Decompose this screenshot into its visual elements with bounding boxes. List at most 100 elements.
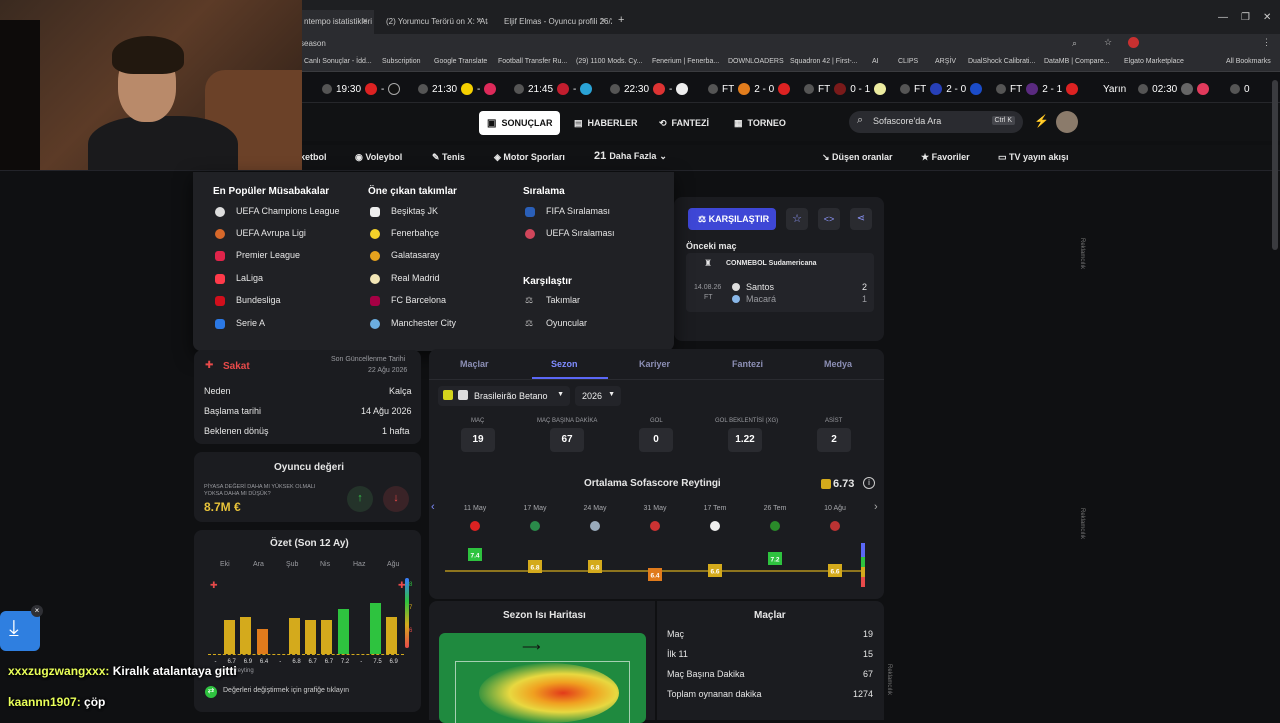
menu-item[interactable]: LaLiga	[236, 273, 263, 283]
bookmark[interactable]: Google Translate	[434, 58, 487, 65]
opponent-logo[interactable]	[470, 521, 480, 531]
menu-item[interactable]: Takımlar	[546, 295, 580, 305]
opponent-logo[interactable]	[710, 521, 720, 531]
menu-item[interactable]: UEFA Sıralaması	[546, 228, 615, 238]
ticker-item[interactable]: FT 2 - 0	[708, 80, 791, 98]
zoom-icon[interactable]: ⌕	[1072, 38, 1077, 49]
bookmark[interactable]: Subscription	[382, 58, 421, 65]
bookmark[interactable]: Football Transfer Ru...	[498, 58, 567, 65]
close-tab-icon[interactable]: ×	[476, 16, 482, 27]
season-year-select[interactable]: 2026 ▼	[575, 386, 621, 406]
summary-bar[interactable]	[305, 619, 317, 654]
menu-item[interactable]: Real Madrid	[391, 273, 440, 283]
bookmark-folder[interactable]: CLIPS	[898, 58, 918, 65]
lightning-icon[interactable]: ⚡	[1034, 114, 1049, 128]
tab-maclar[interactable]: Maçlar	[460, 359, 489, 369]
close-tab-icon[interactable]: ×	[600, 16, 606, 27]
menu-item[interactable]: Fenerbahçe	[391, 228, 439, 238]
summary-bar[interactable]	[370, 603, 381, 654]
menu-item[interactable]: Galatasaray	[391, 250, 440, 260]
ticker-item[interactable]: 19:30 -	[322, 80, 401, 98]
close-icon[interactable]: ×	[31, 605, 43, 617]
bookmark-folder[interactable]: All Bookmarks	[1226, 58, 1271, 65]
bookmark-folder[interactable]: ARŞİV	[935, 58, 956, 65]
bookmark[interactable]: DataMB | Compare...	[1044, 58, 1110, 65]
tab-medya[interactable]: Medya	[824, 359, 852, 369]
compare-button[interactable]: ⚖ KARŞILAŞTIR	[688, 208, 776, 230]
bookmark[interactable]: Squadron 42 | First-...	[790, 58, 858, 65]
menu-item[interactable]: Beşiktaş JK	[391, 206, 438, 216]
sport-basketbol[interactable]: ketbol	[300, 152, 327, 162]
ticker-item[interactable]: FT 2 - 0	[900, 80, 983, 98]
user-avatar[interactable]	[1056, 111, 1078, 133]
nav-fantezi[interactable]: ⟲ FANTEZİ	[651, 111, 717, 135]
ticker-item[interactable]: FT 2 - 1	[996, 80, 1079, 98]
summary-bar[interactable]	[386, 616, 398, 654]
vote-down-icon[interactable]: ↓	[383, 486, 409, 512]
menu-item[interactable]: Manchester City	[391, 318, 456, 328]
tab-fantezi[interactable]: Fantezi	[732, 359, 763, 369]
sport-tenis[interactable]: ✎ Tenis	[432, 152, 465, 163]
summary-bar[interactable]	[321, 619, 333, 654]
new-tab-button[interactable]: +	[614, 10, 634, 34]
browser-tab[interactable]: Eljif Elmas - Oyuncu profili 26/2 ×	[496, 10, 612, 34]
bookmark[interactable]: (29) 1100 Mods. Cy...	[576, 58, 642, 65]
sport-voleybol[interactable]: ◉ Voleybol	[355, 152, 402, 163]
bookmark[interactable]: DualShock Calibrati...	[968, 58, 1035, 65]
browser-tab[interactable]: (2) Yorumcu Terörü on X: "Atala ×	[378, 10, 488, 34]
minimize-icon[interactable]: —	[1218, 12, 1228, 23]
browser-tab[interactable]: ntempo istatistikleri ×	[296, 10, 374, 34]
bookmark[interactable]: Elgato Marketplace	[1124, 58, 1184, 65]
summary-bar[interactable]	[240, 616, 252, 654]
menu-item[interactable]: Serie A	[236, 318, 265, 328]
ticker-item[interactable]: 22:30 -	[610, 80, 689, 98]
profile-avatar[interactable]	[1128, 37, 1139, 48]
summary-bar[interactable]	[256, 629, 268, 654]
summary-bar[interactable]	[224, 619, 236, 654]
ticker-item[interactable]: 21:30 -	[418, 80, 497, 98]
info-icon[interactable]: i	[863, 477, 875, 489]
maximize-icon[interactable]: ❐	[1241, 12, 1250, 23]
vote-up-icon[interactable]: ↑	[347, 486, 373, 512]
summary-bar[interactable]	[337, 609, 349, 654]
summary-bar-chart[interactable]: -6.7 6.9 6.4-6.8 6.7 6.7 7.2-7.5 6.9	[208, 575, 404, 665]
page-scrollbar[interactable]	[1272, 80, 1278, 250]
nav-sonuclar[interactable]: ▣ SONUÇLAR	[479, 111, 561, 135]
tab-kariyer[interactable]: Kariyer	[639, 359, 670, 369]
chevron-left-icon[interactable]: ‹	[431, 501, 435, 513]
close-tab-icon[interactable]: ×	[362, 16, 368, 27]
nav-torneo[interactable]: ▦ TORNEO	[726, 111, 794, 135]
menu-item[interactable]: Premier League	[236, 250, 300, 260]
menu-item[interactable]: UEFA Champions League	[236, 206, 340, 216]
favorites-link[interactable]: ★ Favoriler	[921, 152, 970, 163]
tab-sezon[interactable]: Sezon	[551, 359, 578, 369]
menu-item[interactable]: UEFA Avrupa Ligi	[236, 228, 306, 238]
summary-bar[interactable]	[289, 618, 300, 654]
ticker-item[interactable]: Yarın 02:30	[1103, 80, 1210, 98]
league-select[interactable]: Brasileirão Betano ▼	[438, 386, 570, 406]
ticker-item[interactable]: 21:45 -	[514, 80, 593, 98]
sport-motor[interactable]: ◈ Motor Sporları	[494, 152, 565, 163]
menu-item[interactable]: Bundesliga	[236, 295, 281, 305]
opponent-logo[interactable]	[770, 521, 780, 531]
bookmark-folder[interactable]: DOWNLOADERS	[728, 58, 784, 65]
menu-item[interactable]: FC Barcelona	[391, 295, 446, 305]
opponent-logo[interactable]	[650, 521, 660, 531]
dropping-odds[interactable]: ↘ Düşen oranlar	[822, 152, 893, 163]
more-sports[interactable]: 21 Daha Fazla ⌄	[594, 150, 667, 162]
opponent-logo[interactable]	[590, 521, 600, 531]
search-input[interactable]: ⌕ Sofascore'da Ara Ctrl K	[849, 111, 1023, 133]
favorite-star-icon[interactable]: ☆	[786, 208, 808, 230]
bookmark-folder[interactable]: AI	[872, 58, 879, 65]
opponent-logo[interactable]	[530, 521, 540, 531]
rating-line-chart[interactable]: 11 May 7.4 17 May 6.8 24 May 6.8 31 May 6.4 17 T…	[443, 501, 873, 593]
star-icon[interactable]: ☆	[1104, 37, 1112, 48]
previous-match-row[interactable]: ♜ CONMEBOL Sudamericana 14.08.26 FT Sant…	[686, 253, 874, 312]
menu-item[interactable]: FIFA Sıralaması	[546, 206, 610, 216]
ticker-item[interactable]: FT 0 - 1	[804, 80, 887, 98]
bookmark[interactable]: Fenerium | Fenerba...	[652, 58, 719, 65]
menu-item[interactable]: Oyuncular	[546, 318, 587, 328]
menu-icon[interactable]: ⋮	[1262, 37, 1271, 48]
bookmark[interactable]: Canlı Sonuçlar - İdd...	[304, 58, 372, 65]
heatmap-pitch[interactable]: ⟶	[439, 633, 646, 723]
